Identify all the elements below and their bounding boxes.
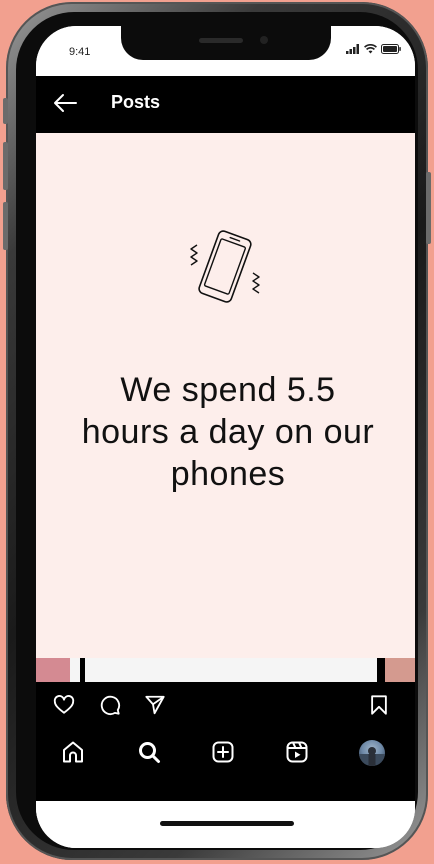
avatar-photo	[359, 747, 385, 766]
power-button	[426, 172, 431, 244]
app-header: Posts	[36, 76, 415, 133]
status-time: 9:41	[69, 46, 91, 58]
silent-switch	[3, 98, 8, 124]
bottom-nav	[36, 726, 415, 801]
preview-left-tile	[36, 658, 70, 682]
home-indicator[interactable]	[160, 821, 294, 826]
preview-divider	[80, 658, 85, 682]
page-title: Posts	[111, 92, 161, 112]
phone-screen: 9:41 Posts We spend 5.5 hours a day on o…	[36, 26, 415, 848]
preview-divider	[377, 658, 385, 682]
battery-icon	[381, 44, 401, 54]
post-text-line: phones	[170, 455, 286, 493]
status-icons	[346, 44, 401, 54]
post-content: We spend 5.5 hours a day on our phones	[36, 133, 415, 661]
signal-icon	[346, 44, 359, 54]
phone-frame: 9:41 Posts We spend 5.5 hours a day on o…	[3, 2, 431, 860]
status-bar: 9:41	[36, 26, 415, 76]
reels-icon[interactable]	[285, 740, 309, 764]
camera	[260, 36, 268, 44]
home-indicator-area	[36, 801, 415, 848]
comment-icon[interactable]	[99, 694, 121, 716]
home-icon[interactable]	[61, 740, 85, 764]
post-text-line: We spend 5.5	[120, 371, 336, 409]
heart-icon[interactable]	[53, 694, 75, 716]
speaker	[199, 38, 243, 43]
post-text-line: hours a day on our	[81, 413, 375, 451]
next-post-preview	[36, 658, 415, 682]
preview-right-tile	[385, 658, 415, 682]
add-post-icon[interactable]	[211, 740, 235, 764]
arrow-left-icon[interactable]	[52, 92, 78, 114]
vibrating-phone-icon	[190, 230, 260, 303]
post-text: We spend 5.5 hours a day on our phones	[46, 369, 410, 495]
profile-avatar[interactable]	[359, 740, 385, 766]
volume-up-button	[3, 142, 8, 190]
volume-down-button	[3, 202, 8, 250]
search-icon[interactable]	[137, 740, 161, 764]
send-icon[interactable]	[144, 694, 166, 716]
post-action-bar	[36, 682, 415, 726]
notch	[121, 26, 331, 60]
wifi-icon	[364, 44, 377, 54]
bookmark-icon[interactable]	[368, 694, 390, 716]
